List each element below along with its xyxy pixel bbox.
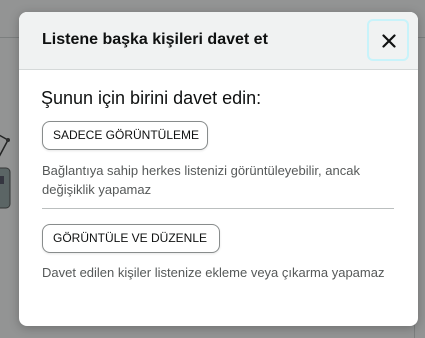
close-icon (382, 34, 396, 48)
view-and-edit-description: Davet edilen kişiler listenize ekleme ve… (42, 265, 385, 280)
view-only-description: Bağlantıya sahip herkes listenizi görünt… (42, 163, 360, 197)
options-divider (42, 208, 394, 209)
view-and-edit-button[interactable]: GÖRÜNTÜLE VE DÜZENLE (42, 224, 220, 253)
dialog-header: Listene başka kişileri davet et (19, 12, 418, 70)
invite-dialog: Listene başka kişileri davet et Şunun iç… (19, 12, 418, 326)
view-only-button[interactable]: SADECE GÖRÜNTÜLEME (42, 121, 208, 150)
dialog-title: Listene başka kişileri davet et (42, 31, 268, 48)
close-button[interactable] (367, 19, 409, 61)
invite-heading: Şunun için birini davet edin: (41, 88, 262, 108)
